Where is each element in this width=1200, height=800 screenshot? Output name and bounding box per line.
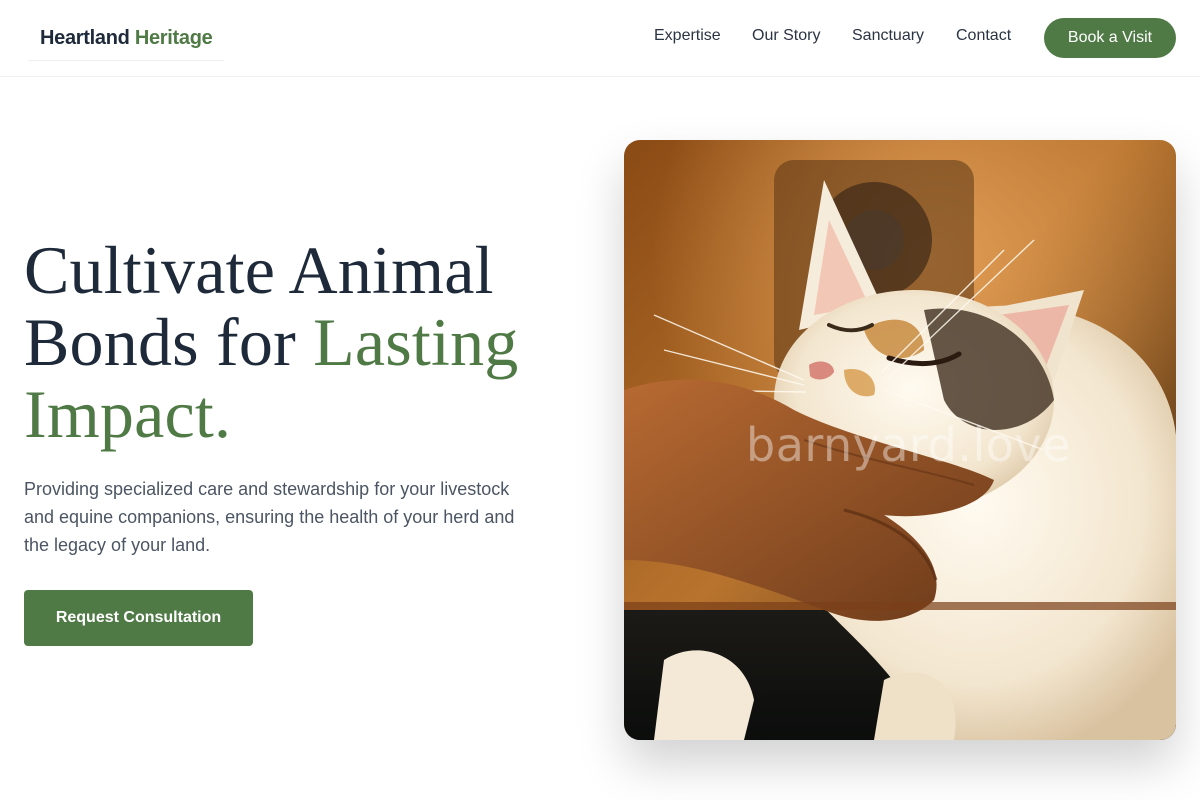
nav-link-contact[interactable]: Contact — [956, 27, 1011, 45]
site-header: Heartland Heritage Expertise Our Story S… — [0, 0, 1200, 77]
brand-name-accent: Heritage — [134, 27, 213, 49]
nav-link-expertise[interactable]: Expertise — [654, 27, 721, 45]
brand-logo[interactable]: Heartland Heritage — [28, 14, 224, 61]
hero-title: Cultivate Animal Bonds for Lasting Impac… — [24, 234, 584, 450]
book-visit-button[interactable]: Book a Visit — [1044, 18, 1176, 58]
image-watermark: barnyard.love — [746, 418, 1071, 472]
request-consultation-button[interactable]: Request Consultation — [24, 590, 253, 646]
hero-title-line3: Impact. — [24, 376, 232, 452]
nav-link-sanctuary[interactable]: Sanctuary — [852, 27, 924, 45]
nav-link-our-story[interactable]: Our Story — [752, 27, 820, 45]
hero-subtitle: Providing specialized care and stewardsh… — [24, 479, 515, 555]
hero-title-accent: Lasting — [313, 304, 519, 380]
hero-title-line2: Bonds for — [24, 304, 296, 380]
brand-name-primary: Heartland — [40, 27, 130, 49]
hero-title-line1: Cultivate Animal — [24, 232, 494, 308]
